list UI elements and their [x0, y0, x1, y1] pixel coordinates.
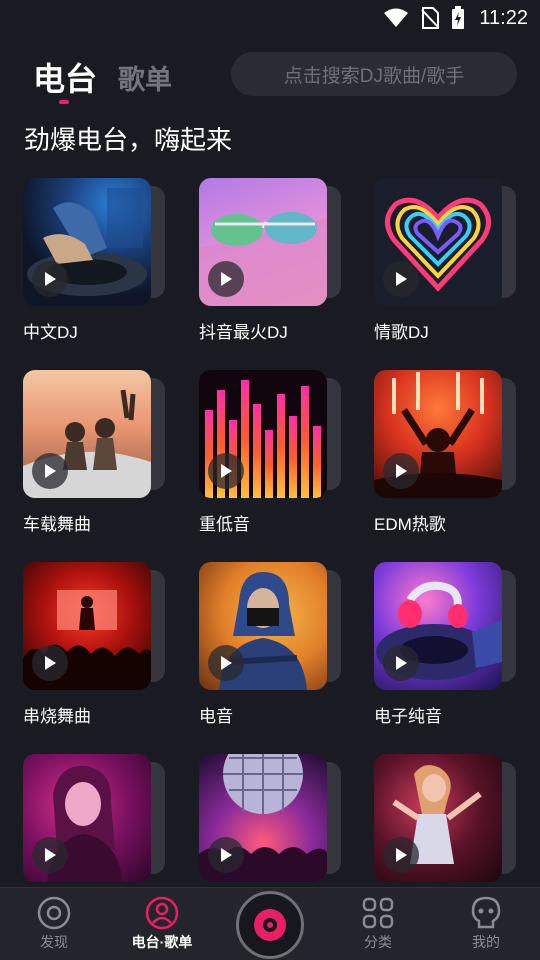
status-icons: 11:22 — [383, 6, 528, 30]
radio-icon — [145, 896, 179, 930]
play-button[interactable] — [383, 453, 419, 489]
search-placeholder: 点击搜索DJ歌曲/歌手 — [283, 65, 465, 87]
nav-label: 分类 — [364, 934, 392, 950]
station-label: 电音 — [199, 707, 233, 726]
wifi-icon — [383, 8, 409, 28]
play-button[interactable] — [32, 837, 68, 873]
section-title: 劲爆电台，嗨起来 — [24, 125, 233, 155]
play-icon — [45, 848, 56, 862]
station-label: 抖音最火DJ — [199, 323, 288, 342]
play-button[interactable] — [208, 645, 244, 681]
play-icon — [45, 272, 56, 286]
play-icon — [396, 848, 407, 862]
nav-radio-playlist[interactable]: 电台·歌单 — [117, 888, 207, 960]
play-button[interactable] — [32, 261, 68, 297]
profile-icon — [471, 896, 501, 930]
station-label: 串烧舞曲 — [23, 707, 91, 726]
station-label: 情歌DJ — [374, 323, 429, 342]
play-icon — [396, 272, 407, 286]
nav-profile[interactable]: 我的 — [441, 888, 531, 960]
search-input[interactable]: 点击搜索DJ歌曲/歌手 — [231, 52, 517, 96]
tab-indicator — [59, 100, 69, 104]
play-icon — [45, 656, 56, 670]
battery-charging-icon — [451, 6, 465, 30]
status-bar: 11:22 — [0, 0, 540, 38]
nav-label: 电台·歌单 — [131, 934, 193, 950]
status-time: 11:22 — [479, 6, 528, 29]
grid-icon — [362, 896, 394, 930]
vinyl-player-icon — [254, 909, 286, 941]
tab-radio[interactable]: 电台 — [33, 54, 97, 100]
station-label: 电子纯音 — [374, 707, 442, 726]
station-label: 重低音 — [199, 515, 250, 534]
station-label: EDM热歌 — [374, 515, 446, 534]
play-button[interactable] — [208, 261, 244, 297]
play-button[interactable] — [208, 837, 244, 873]
station-label: 中文DJ — [23, 323, 78, 342]
play-button[interactable] — [32, 453, 68, 489]
play-icon — [221, 656, 232, 670]
nav-label: 发现 — [40, 934, 68, 950]
play-icon — [45, 464, 56, 478]
nav-category[interactable]: 分类 — [333, 888, 423, 960]
discover-icon — [37, 896, 71, 930]
play-button[interactable] — [383, 645, 419, 681]
play-button[interactable] — [32, 645, 68, 681]
header: 电台 歌单 点击搜索DJ歌曲/歌手 — [0, 46, 540, 112]
play-button[interactable] — [383, 261, 419, 297]
play-icon — [396, 464, 407, 478]
play-icon — [221, 272, 232, 286]
nav-label: 我的 — [472, 934, 500, 950]
play-icon — [221, 464, 232, 478]
play-button[interactable] — [208, 453, 244, 489]
station-label: 车载舞曲 — [23, 515, 91, 534]
nav-discover[interactable]: 发现 — [9, 888, 99, 960]
no-sim-icon — [421, 7, 440, 29]
now-playing-button[interactable] — [236, 891, 304, 959]
play-icon — [396, 656, 407, 670]
play-button[interactable] — [383, 837, 419, 873]
bottom-nav: 发现 电台·歌单 分类 我的 — [0, 887, 540, 960]
play-icon — [221, 848, 232, 862]
tab-playlist[interactable]: 歌单 — [118, 58, 172, 97]
